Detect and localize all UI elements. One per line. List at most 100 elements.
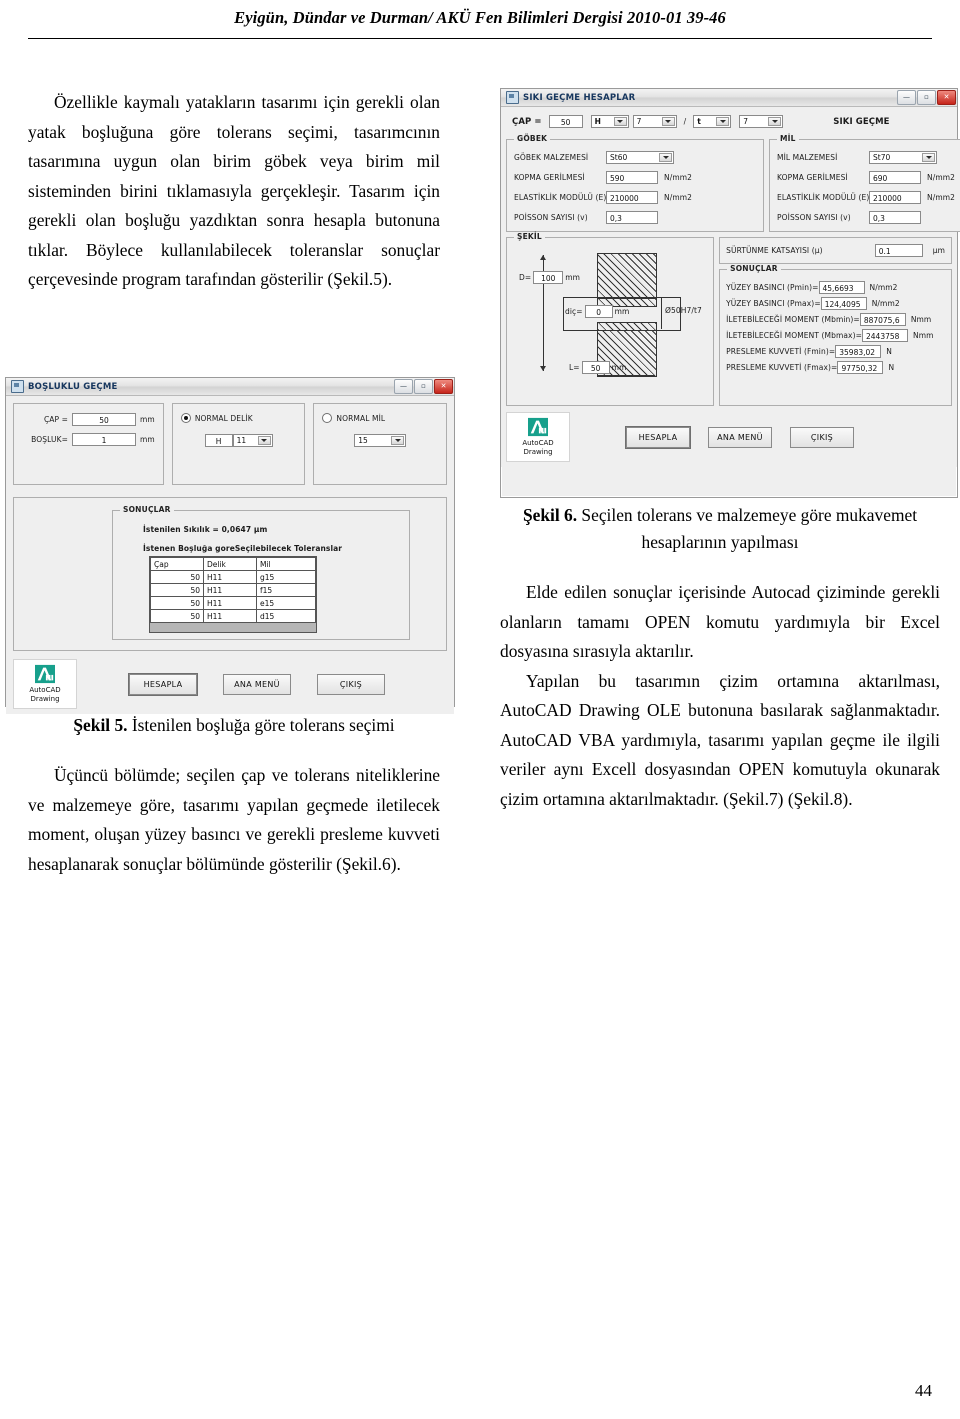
- close-icon[interactable]: ✕: [434, 379, 453, 394]
- sonuclar-group: SONUÇLAR İstenilen Sıkılık = 0,0647 µm İ…: [112, 505, 410, 640]
- bosluklu-gecme-window[interactable]: BOŞLUKLU GEÇME — ▫ ✕ ÇAP = 50 mm BOŞLUK=: [5, 377, 455, 714]
- table-header-row: Çap Delik Mil: [150, 557, 316, 571]
- figure5-caption: Şekil 5. İstenilen boşluğa göre tolerans…: [28, 712, 440, 739]
- window-app-icon: [506, 91, 519, 104]
- l-input[interactable]: 50: [581, 361, 610, 374]
- surtunme-input[interactable]: 0.1: [874, 244, 923, 257]
- maximize-icon[interactable]: ▫: [414, 379, 433, 394]
- sekil-legend: ŞEKİL: [514, 232, 545, 241]
- window-body: ÇAP = 50 H 7 / t 7 SIKI GEÇME GÖBEK GÖBE…: [501, 107, 960, 467]
- cikis-button[interactable]: ÇIKIŞ: [790, 426, 854, 448]
- hole-grade-select[interactable]: 7: [632, 115, 677, 128]
- autocad-label-line2: Drawing: [523, 448, 553, 456]
- close-icon[interactable]: ✕: [937, 90, 956, 105]
- gobek-legend: GÖBEK: [514, 134, 551, 143]
- chevron-down-icon[interactable]: [257, 436, 271, 445]
- mil-malzeme-select[interactable]: St70: [869, 151, 937, 164]
- hesapla-button[interactable]: HESAPLA: [626, 426, 690, 448]
- result-label: PRESLEME KUVVETİ (Fmax)=: [726, 363, 838, 372]
- chevron-down-icon[interactable]: [661, 117, 675, 126]
- autocad-label-line1: AutoCAD: [29, 686, 61, 694]
- mil-value: 15: [358, 436, 368, 445]
- ana-menu-button[interactable]: ANA MENÜ: [223, 673, 291, 695]
- window-body: ÇAP = 50 mm BOŞLUK= 1 mm NORMAL DELİK H …: [6, 396, 454, 714]
- delik-letter-input[interactable]: H: [204, 434, 233, 447]
- chevron-down-icon[interactable]: [613, 117, 627, 126]
- hesapla-button[interactable]: HESAPLA: [129, 673, 197, 695]
- autocad-label-line1: AutoCAD: [522, 439, 554, 447]
- autocad-drawing-ole-button[interactable]: AutoCAD Drawing: [506, 412, 570, 462]
- left-column: Özellikle kaymalı yatakların tasarımı iç…: [28, 88, 440, 295]
- result-unit: Nmm: [913, 331, 934, 340]
- result-row: İLETEBİLECEĞİ MOMENT (Mbmin)= 887075,6 N…: [726, 313, 945, 326]
- dic-input[interactable]: 0: [584, 305, 613, 318]
- figure6-caption-label: Şekil 6.: [522, 505, 578, 525]
- delik-number-select[interactable]: 11: [232, 434, 273, 447]
- shaft-letter-value: t: [697, 117, 701, 126]
- mil-malzeme-value: St70: [873, 153, 891, 162]
- material-groups-row: GÖBEK GÖBEK MALZEMESİ St60 KOPMA GERİLME…: [506, 134, 960, 232]
- window-controls[interactable]: — ▫ ✕: [394, 379, 453, 394]
- result-value: 2443758: [862, 329, 908, 342]
- shaft-letter-select[interactable]: t: [693, 115, 732, 128]
- chevron-down-icon[interactable]: [768, 117, 782, 126]
- cap-unit: mm: [140, 415, 155, 424]
- cap-bosluk-group: ÇAP = 50 mm BOŞLUK= 1 mm: [13, 403, 164, 485]
- normal-mil-group: NORMAL MİL 15: [313, 403, 447, 485]
- table-row[interactable]: 50 H11 f15: [150, 583, 316, 597]
- cap-label: ÇAP =: [43, 415, 68, 424]
- d-arrow-top-icon: [540, 255, 546, 260]
- result-value: 124,4095: [820, 297, 867, 310]
- gobek-kopma-label: KOPMA GERİLMESİ: [514, 173, 585, 182]
- cell-delik: H11: [203, 570, 257, 584]
- d-arrow-bottom-icon: [540, 366, 546, 371]
- page-number: 44: [915, 1381, 932, 1400]
- normal-delik-radio[interactable]: NORMAL DELİK: [180, 413, 297, 423]
- mil-kopma-row: KOPMA GERİLMESİ 690 N/mm2: [777, 171, 960, 184]
- chevron-down-icon[interactable]: [659, 153, 672, 162]
- d-input[interactable]: 100: [533, 271, 564, 284]
- gobek-poisson-input[interactable]: 0,3: [606, 211, 658, 224]
- normal-delik-label: NORMAL DELİK: [194, 413, 253, 423]
- mil-elastik-input[interactable]: 210000: [869, 191, 921, 204]
- result-label: YÜZEY BASINCI (Pmin)=: [726, 283, 819, 292]
- minimize-icon[interactable]: —: [897, 90, 916, 105]
- mil-poisson-input[interactable]: 0,3: [869, 211, 921, 224]
- siki-gecme-hesaplar-window[interactable]: SIKI GEÇME HESAPLAR — ▫ ✕ ÇAP = 50 H 7 /…: [500, 88, 960, 498]
- mil-value-select[interactable]: 15: [354, 434, 407, 447]
- chevron-down-icon[interactable]: [922, 153, 935, 162]
- gobek-elastik-unit: N/mm2: [664, 193, 693, 202]
- cap-input[interactable]: 50: [72, 413, 136, 426]
- cap-input[interactable]: 50: [548, 115, 583, 128]
- window-titlebar: BOŞLUKLU GEÇME — ▫ ✕: [6, 378, 454, 396]
- gobek-malzeme-select[interactable]: St60: [606, 151, 674, 164]
- window-controls[interactable]: — ▫ ✕: [897, 90, 956, 105]
- table-row[interactable]: 50 H11 e15: [150, 596, 316, 610]
- shaft-lower-hatch: [597, 322, 657, 331]
- l-dimension-line: [597, 375, 655, 376]
- cikis-button[interactable]: ÇIKIŞ: [317, 673, 385, 695]
- mil-kopma-label: KOPMA GERİLMESİ: [777, 173, 848, 182]
- mil-kopma-input[interactable]: 690: [869, 171, 921, 184]
- table-row[interactable]: 50 H11 d15: [150, 609, 316, 623]
- mil-malzeme-label: MİL MALZEMESİ: [777, 153, 838, 162]
- ana-menu-button[interactable]: ANA MENÜ: [708, 426, 772, 448]
- table-row[interactable]: 50 H11 g15: [150, 570, 316, 584]
- result-row: PRESLEME KUVVETİ (Fmin)= 35983,02 N: [726, 345, 945, 358]
- window-title: BOŞLUKLU GEÇME: [28, 381, 118, 392]
- sekil-group: ŞEKİL D= 100 mm diç= 0 mm Ø50H7/t7 L= 50…: [506, 232, 715, 406]
- maximize-icon[interactable]: ▫: [917, 90, 936, 105]
- normal-mil-radio[interactable]: NORMAL MİL: [322, 413, 438, 423]
- tolerance-grid[interactable]: Çap Delik Mil 50 H11 g15 50 H11 f15 50 H…: [149, 556, 317, 633]
- minimize-icon[interactable]: —: [394, 379, 413, 394]
- bosluk-input[interactable]: 1: [72, 433, 136, 446]
- figure6-caption-block: Şekil 6. Seçilen tolerans ve malzemeye g…: [500, 502, 940, 814]
- chevron-down-icon[interactable]: [391, 436, 405, 445]
- gobek-kopma-input[interactable]: 590: [606, 171, 658, 184]
- result-unit: N/mm2: [871, 299, 900, 308]
- hole-letter-select[interactable]: H: [590, 115, 629, 128]
- chevron-down-icon[interactable]: [716, 117, 730, 126]
- shaft-grade-select[interactable]: 7: [739, 115, 784, 128]
- autocad-drawing-ole-button[interactable]: AutoCAD Drawing: [13, 659, 77, 709]
- gobek-elastik-input[interactable]: 210000: [606, 191, 658, 204]
